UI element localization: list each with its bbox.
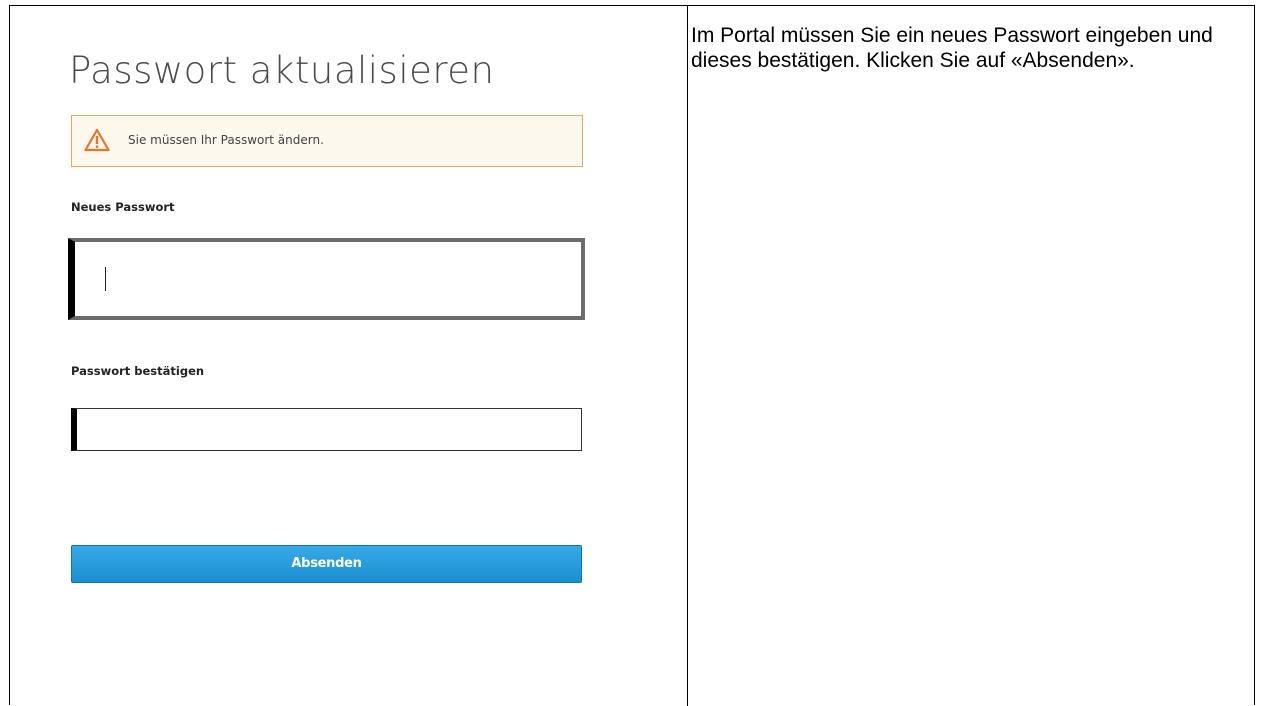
warning-icon <box>84 128 110 152</box>
page-title: Passwort aktualisieren <box>69 49 495 92</box>
document-table: Passwort aktualisieren Sie müssen Ihr Pa… <box>9 5 1255 706</box>
submit-button[interactable]: Absenden <box>71 545 582 583</box>
alert-message: Sie müssen Ihr Passwort ändern. <box>128 133 324 147</box>
screenshot-cell: Passwort aktualisieren Sie müssen Ihr Pa… <box>10 6 687 706</box>
new-password-input[interactable] <box>68 238 585 320</box>
confirm-password-label: Passwort bestätigen <box>71 364 205 378</box>
text-caret <box>105 267 106 291</box>
confirm-password-input[interactable] <box>71 408 582 451</box>
instruction-text: Im Portal müssen Sie ein neues Passwort … <box>691 24 1213 72</box>
new-password-label: Neues Passwort <box>71 200 175 214</box>
table-divider <box>687 6 688 706</box>
warning-alert: Sie müssen Ihr Passwort ändern. <box>71 115 583 167</box>
